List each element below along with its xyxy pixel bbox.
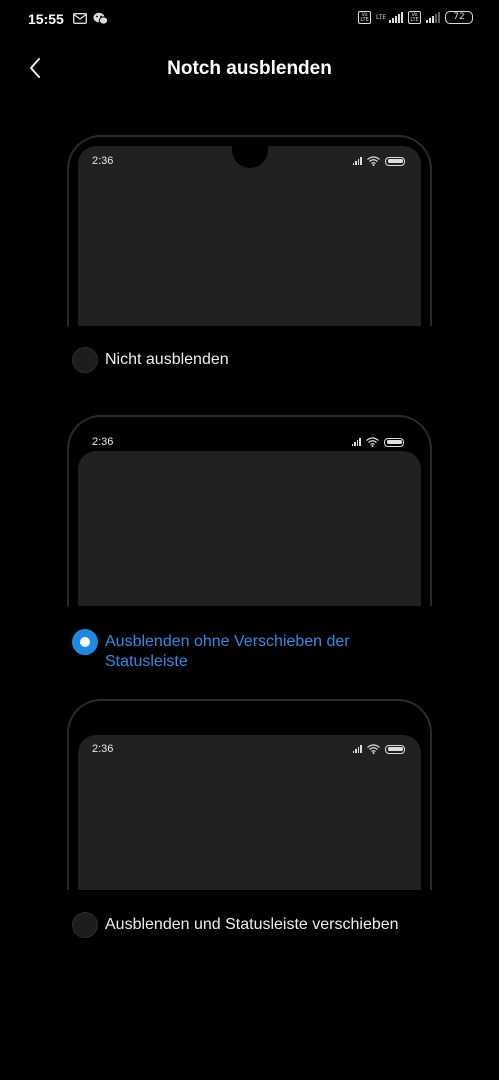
phone-preview: 2:36 — [67, 135, 432, 326]
radio-button-selected[interactable] — [72, 629, 98, 655]
preview-signal-icon — [352, 157, 362, 165]
phone-preview: 2:36 — [67, 415, 432, 606]
radio-label: Ausblenden ohne Verschieben der Statusle… — [105, 633, 350, 670]
radio-option-dont-hide[interactable]: Nicht ausblenden — [72, 347, 452, 373]
preview-screen: 2:36 — [78, 146, 421, 326]
preview-status-icons — [352, 156, 405, 166]
preview-wifi-icon — [367, 744, 380, 754]
radio-label: Ausblenden und Statusleiste verschieben — [105, 916, 399, 933]
battery-icon: 72 — [445, 11, 473, 24]
preview-battery-icon — [385, 744, 405, 754]
status-time: 15:55 — [28, 11, 64, 27]
preview-status-icons — [352, 744, 405, 754]
page-title: Notch ausblenden — [167, 58, 332, 79]
mail-icon — [73, 13, 87, 24]
notification-icons — [73, 12, 108, 25]
radio-option-hide-no-shift[interactable]: Ausblenden ohne Verschieben der Statusle… — [72, 629, 452, 672]
status-bar: 15:55 Vo LTE LTE Vo LTE 72 — [0, 0, 499, 40]
preview-time: 2:36 — [92, 155, 114, 167]
phone-preview: 2:36 — [67, 699, 432, 890]
status-right-icons: Vo LTE LTE Vo LTE 72 — [358, 11, 473, 24]
preview-wifi-icon — [367, 156, 380, 166]
notch — [231, 146, 268, 168]
wechat-icon — [93, 12, 108, 25]
preview-screen: 2:36 — [78, 735, 421, 890]
signal-icon — [389, 12, 403, 23]
preview-time: 2:36 — [92, 743, 114, 755]
preview-time: 2:36 — [92, 436, 114, 448]
volte-label-2: Vo LTE — [410, 12, 419, 23]
preview-signal-icon — [351, 438, 361, 446]
radio-button[interactable] — [72, 347, 98, 373]
radio-option-hide-and-shift[interactable]: Ausblenden und Statusleiste verschieben — [72, 912, 452, 938]
volte-label: Vo LTE — [360, 12, 369, 23]
preview-signal-icon — [352, 745, 362, 753]
preview-battery-icon — [385, 156, 405, 166]
radio-label: Nicht ausblenden — [105, 351, 229, 368]
header: Notch ausblenden — [0, 40, 499, 96]
preview-screen — [78, 451, 421, 606]
volte-icon-2: Vo LTE — [408, 11, 421, 24]
battery-level: 72 — [453, 12, 465, 22]
signal-icon-2 — [426, 12, 440, 23]
preview-status-icons — [351, 437, 404, 447]
radio-button[interactable] — [72, 912, 98, 938]
preview-battery-icon — [384, 437, 404, 447]
lte-label: LTE — [376, 14, 386, 21]
preview-wifi-icon — [366, 437, 379, 447]
volte-icon: Vo LTE — [358, 11, 372, 24]
